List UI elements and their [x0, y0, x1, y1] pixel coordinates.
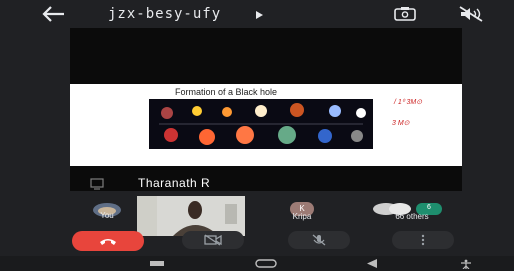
others-count-badge: 6: [427, 204, 431, 211]
handwritten-note-2: 3 M⊙: [392, 120, 410, 127]
caret-right-icon[interactable]: [256, 11, 263, 19]
presented-slide: Formation of a Black hole / 1⁰ 3M⊙ 3 M⊙: [70, 84, 462, 166]
nav-back-icon[interactable]: [366, 259, 378, 268]
kripa-label: Kripa: [292, 212, 312, 221]
phone-hangup-icon: [100, 239, 116, 245]
meeting-code[interactable]: jzx-besy-ufy: [108, 6, 221, 22]
audio-output-off-icon[interactable]: [458, 5, 484, 23]
participant-video-image: [137, 196, 245, 236]
top-bar: jzx-besy-ufy: [0, 0, 514, 30]
slide-title: Formation of a Black hole: [175, 87, 278, 97]
switch-camera-icon[interactable]: [393, 6, 417, 22]
end-call-button[interactable]: [72, 231, 144, 251]
camera-toggle-button[interactable]: [182, 231, 244, 249]
more-options-button[interactable]: [392, 231, 454, 249]
mic-off-icon: [312, 234, 326, 246]
camera-off-icon: [204, 234, 222, 246]
home-button-icon[interactable]: [255, 259, 277, 268]
black-hole-formation-image: [149, 99, 373, 149]
others-label: 66 others: [395, 212, 429, 221]
more-vert-icon: [421, 234, 425, 246]
back-arrow-icon[interactable]: [40, 4, 66, 24]
participant-video-tile[interactable]: [137, 196, 245, 236]
presenting-icon: [90, 178, 104, 190]
mic-toggle-button[interactable]: [288, 231, 350, 249]
recents-button-icon[interactable]: [150, 261, 164, 266]
you-label: You: [100, 211, 114, 220]
presenter-name: Tharanath R: [138, 176, 211, 190]
presentation-stage[interactable]: Formation of a Black hole / 1⁰ 3M⊙ 3 M⊙ …: [70, 28, 462, 191]
handwritten-note-1: / 1⁰ 3M⊙: [394, 99, 423, 106]
accessibility-icon[interactable]: [460, 259, 472, 269]
